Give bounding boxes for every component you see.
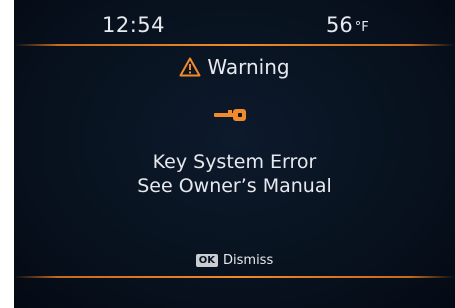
warning-title: Warning [207,55,290,79]
error-message-line-2: See Owner’s Manual [137,175,332,197]
warning-header: Warning [14,55,455,82]
outside-temperature: 56 °F [326,13,369,37]
dismiss-hint[interactable]: OK Dismiss [14,253,455,268]
temperature-value: 56 [326,13,353,37]
warning-triangle-icon [179,57,201,82]
error-message: Key System Error See Owner’s Manual [14,150,455,198]
key-icon [214,107,248,126]
status-bar: 12:54 56 °F [14,0,455,44]
ok-key-badge[interactable]: OK [195,254,219,267]
bottom-divider [14,276,455,278]
temperature-unit: °F [354,20,369,35]
error-message-line-1: Key System Error [152,151,317,173]
top-divider [14,44,455,46]
dismiss-label: Dismiss [223,253,274,268]
cluster-display: 12:54 56 °F Warning Key System Error See … [14,0,455,308]
clock: 12:54 [102,13,166,37]
